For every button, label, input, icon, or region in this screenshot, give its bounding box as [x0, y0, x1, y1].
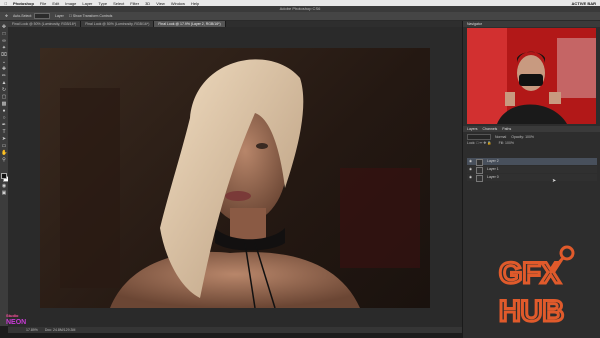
menu-help[interactable]: Help: [191, 1, 199, 6]
quick-mask-icon[interactable]: ◉: [1, 184, 7, 189]
lock-controls: Lock: □ ✏ ✥ 🔒 Fill: 100%: [467, 141, 597, 146]
hand-icon[interactable]: ✋: [1, 151, 7, 156]
layer-row[interactable]: ◉ Layer 2: [467, 158, 597, 166]
menu-select[interactable]: Select: [113, 1, 124, 6]
apple-icon[interactable]: : [3, 1, 9, 6]
navigator-header: Navigator: [463, 21, 600, 27]
menu-window[interactable]: Window: [171, 1, 185, 6]
watermark-line1: GFX: [499, 257, 561, 290]
navigator-preview[interactable]: [467, 28, 596, 124]
history-brush-icon[interactable]: ↻: [1, 88, 7, 93]
transform-controls-label: Show Transform Controls: [72, 14, 113, 18]
screen-mode-icon[interactable]: ▣: [1, 191, 7, 196]
doc-size: Doc: 24.8M/129.3M: [44, 328, 76, 332]
foreground-color-swatch[interactable]: [1, 173, 7, 179]
opacity-value[interactable]: 100%: [525, 135, 534, 139]
gradient-icon[interactable]: ▩: [1, 102, 7, 107]
layer-name[interactable]: Layer 1: [487, 166, 499, 173]
auto-select-label: Auto-Select:: [12, 14, 33, 18]
gfxhub-watermark: GFX HUB: [495, 243, 585, 330]
pen-icon[interactable]: ✒: [1, 123, 7, 128]
transform-controls-checkbox[interactable]: ☐: [69, 14, 72, 18]
opacity-label: Opacity:: [511, 134, 525, 139]
menu-file[interactable]: File: [40, 1, 46, 6]
path-select-icon[interactable]: ➤: [1, 137, 7, 142]
layer-name[interactable]: Layer 0: [487, 174, 499, 181]
dodge-icon[interactable]: ○: [1, 116, 7, 121]
healing-icon[interactable]: ✚: [1, 67, 7, 72]
eye-icon[interactable]: ◉: [468, 158, 473, 165]
fill-label: Fill:: [498, 141, 505, 145]
tab-channels[interactable]: Channels: [483, 127, 498, 131]
fill-value[interactable]: 100%: [505, 141, 514, 145]
layer-thumbnail: [476, 167, 483, 174]
auto-select-value[interactable]: Layer: [55, 14, 64, 18]
mouse-cursor-icon: ➤: [552, 178, 557, 184]
layer-name[interactable]: Layer 2: [487, 158, 499, 165]
blend-mode-dropdown[interactable]: [467, 134, 491, 140]
options-bar: ✥ Auto-Select: Layer ☐ Show Transform Co…: [0, 12, 600, 21]
lock-label: Lock:: [467, 141, 476, 145]
zoom-icon[interactable]: ⚲: [1, 158, 7, 163]
lock-icons[interactable]: □ ✏ ✥ 🔒: [476, 141, 491, 145]
blend-controls: Normal Opacity: 100%: [467, 134, 597, 140]
shape-icon[interactable]: ▭: [1, 144, 7, 149]
watermark-line2: HUB: [499, 295, 564, 328]
menu-app[interactable]: Photoshop: [13, 1, 34, 6]
eye-icon[interactable]: ◉: [468, 174, 473, 181]
move-icon[interactable]: ✥: [1, 25, 7, 30]
crop-icon[interactable]: ⌧: [1, 53, 7, 58]
menu-type[interactable]: Type: [98, 1, 107, 6]
move-tool-icon[interactable]: ✥: [5, 14, 8, 18]
navigator-title[interactable]: Navigator: [467, 22, 482, 26]
menu-filter[interactable]: Filter: [130, 1, 139, 6]
gfxhub-logo: GFX HUB: [498, 245, 575, 330]
quick-select-icon[interactable]: ✦: [1, 46, 7, 51]
menubar-right-label: ACTIVE BAR: [571, 0, 596, 6]
zoom-level[interactable]: 17.89%: [26, 328, 38, 332]
brush-icon[interactable]: ✏: [1, 74, 7, 79]
blend-mode-value[interactable]: Normal: [495, 135, 506, 139]
tab-layers[interactable]: Layers: [467, 127, 478, 131]
webcam-overlay: [467, 28, 596, 124]
status-bar: 17.89% Doc: 24.8M/129.3M: [8, 327, 462, 333]
menu-edit[interactable]: Edit: [52, 1, 59, 6]
tab-paths[interactable]: Paths: [502, 127, 511, 131]
stamp-icon[interactable]: ▲: [1, 81, 7, 86]
layer-thumbnail: [476, 175, 483, 182]
menu-3d[interactable]: 3D: [145, 1, 150, 6]
lasso-icon[interactable]: ∞: [1, 39, 7, 44]
brand-line1: Studio: [6, 313, 19, 318]
eye-icon[interactable]: ◉: [468, 166, 473, 173]
layer-row[interactable]: ◉ Layer 0: [467, 174, 597, 182]
neon-logo: Studio NEON: [6, 312, 26, 326]
type-icon[interactable]: T: [1, 130, 7, 135]
document-photo[interactable]: [40, 48, 430, 308]
menu-layer[interactable]: Layer: [82, 1, 92, 6]
portrait-image: [60, 59, 420, 308]
layer-thumbnail: [476, 159, 483, 166]
layer-row[interactable]: ◉ Layer 1: [467, 166, 597, 174]
blur-icon[interactable]: ●: [1, 109, 7, 114]
marquee-icon[interactable]: □: [1, 32, 7, 37]
menu-view[interactable]: View: [156, 1, 165, 6]
brand-line2: NEON: [6, 319, 27, 326]
auto-select-dropdown[interactable]: [34, 13, 51, 19]
eraser-icon[interactable]: ▢: [1, 95, 7, 100]
menu-image[interactable]: Image: [65, 1, 76, 6]
layers-header: Layers Channels Paths: [463, 126, 600, 132]
eyedropper-icon[interactable]: ⌄: [1, 60, 7, 65]
